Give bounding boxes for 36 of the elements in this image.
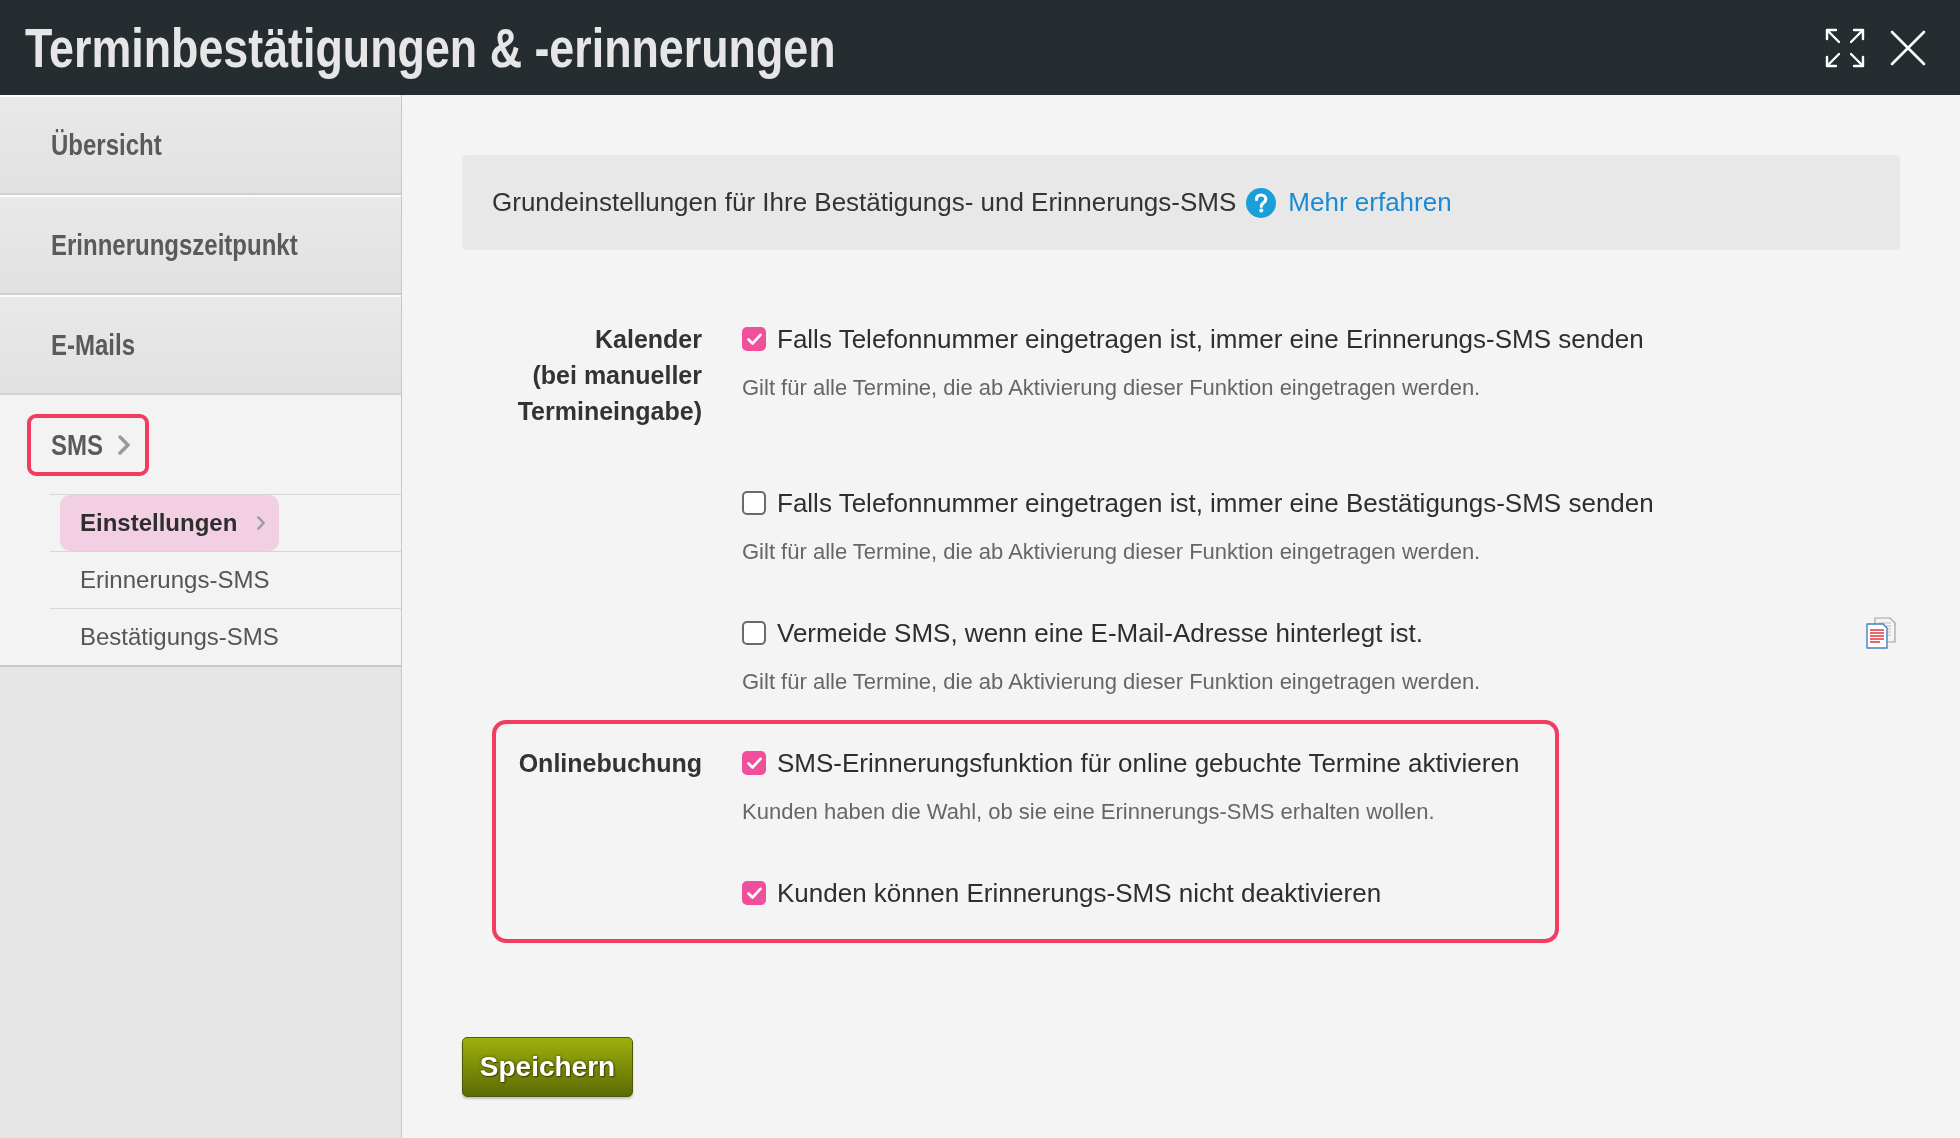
window-title: Terminbestätigungen & -erinnerungen bbox=[25, 15, 836, 80]
save-button[interactable]: Speichern bbox=[462, 1037, 633, 1097]
learn-more-link[interactable]: Mehr erfahren bbox=[1288, 187, 1452, 218]
help-icon[interactable] bbox=[1246, 187, 1277, 218]
expand-icon[interactable] bbox=[1825, 27, 1865, 68]
documents-icon[interactable] bbox=[1866, 617, 1896, 649]
sidebar-subitem[interactable]: Erinnerungs-SMS bbox=[60, 552, 284, 608]
section-label: Onlinebuchung bbox=[517, 748, 702, 779]
section-label: Kalender (bei manueller Termineingabe) bbox=[516, 324, 702, 427]
checkbox[interactable] bbox=[742, 327, 766, 351]
option-label: SMS-Erinnerungsfunktion für online gebuchte Termine aktivieren bbox=[777, 747, 1520, 779]
option-hint: Gilt für alle Termine, die ab Aktivierung dieser Funktion eingetragen werden. bbox=[742, 668, 1481, 696]
option-label: Vermeide SMS, wenn eine E-Mail-Adresse hinterlegt ist. bbox=[777, 617, 1423, 649]
checkbox[interactable] bbox=[742, 491, 766, 515]
sidebar-subitem[interactable]: Einstellungen bbox=[60, 495, 280, 551]
sidebar-item[interactable]: E-Mails bbox=[0, 295, 401, 395]
option-label: Falls Telefonnummer eingetragen ist, immer eine Erinnerungs-SMS senden bbox=[777, 323, 1644, 355]
sidebar-item[interactable]: Übersicht bbox=[0, 95, 401, 195]
checkbox[interactable] bbox=[742, 881, 766, 905]
option-hint: Gilt für alle Termine, die ab Aktivierung dieser Funktion eingetragen werden. bbox=[742, 538, 1481, 566]
checkmark-icon bbox=[746, 886, 762, 900]
sidebar-item[interactable]: SMS bbox=[27, 413, 149, 476]
info-text: Grundeinstellungen für Ihre Bestätigungs- und Erinnerungs-SMS bbox=[492, 187, 1237, 218]
checkmark-icon bbox=[746, 756, 762, 770]
chevron-right-icon bbox=[257, 516, 266, 530]
checkbox[interactable] bbox=[742, 751, 766, 775]
sidebar-item[interactable]: Erinnerungszeitpunkt bbox=[0, 195, 401, 295]
chevron-right-icon bbox=[118, 434, 130, 455]
checkmark-icon bbox=[746, 332, 762, 346]
option-label: Falls Telefonnummer eingetragen ist, immer eine Bestätigungs-SMS senden bbox=[777, 487, 1654, 519]
close-icon[interactable] bbox=[1890, 29, 1926, 66]
sidebar-subitem[interactable]: Bestätigungs-SMS bbox=[60, 609, 293, 665]
option-hint: Gilt für alle Termine, die ab Aktivierung dieser Funktion eingetragen werden. bbox=[742, 374, 1481, 402]
checkbox[interactable] bbox=[742, 621, 766, 645]
option-label: Kunden können Erinnerungs-SMS nicht deaktivieren bbox=[777, 877, 1382, 909]
option-hint: Kunden haben die Wahl, ob sie eine Erinnerungs-SMS erhalten wollen. bbox=[742, 798, 1435, 826]
